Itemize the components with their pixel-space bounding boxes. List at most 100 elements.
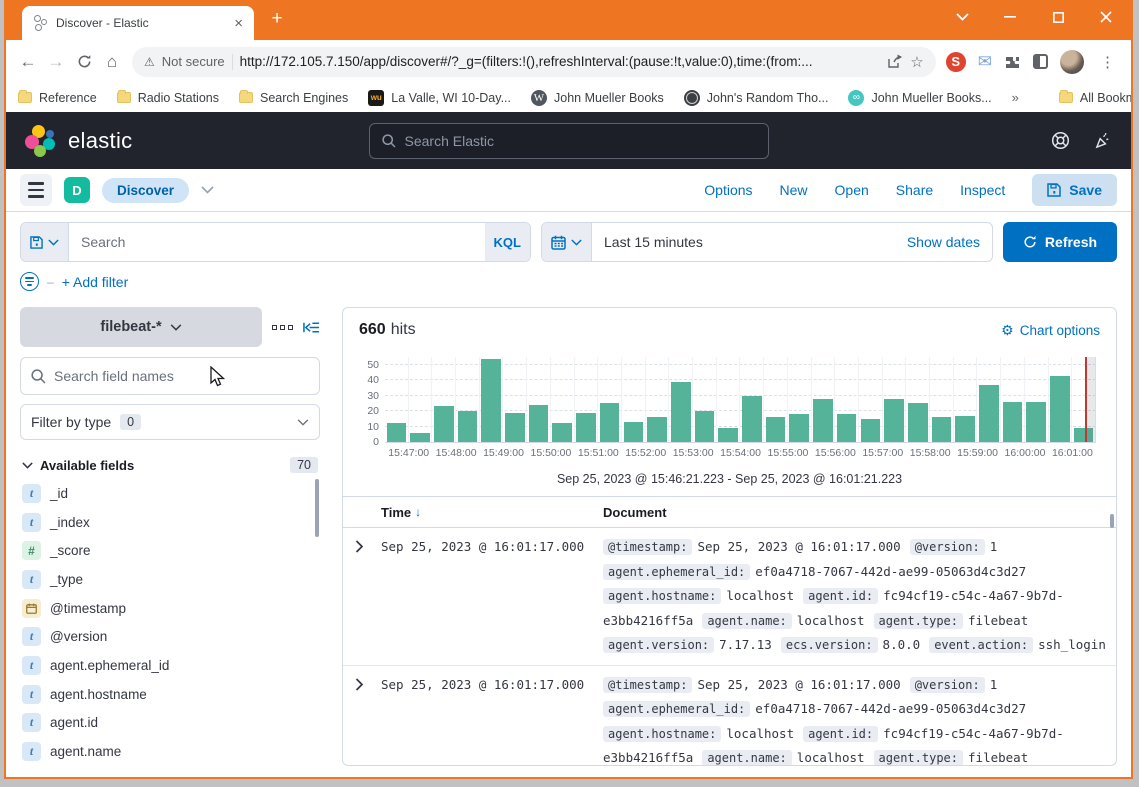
bookmark-item[interactable]: wuLa Valle, WI 10-Day... (368, 90, 511, 106)
chart-bar-slot[interactable] (1001, 357, 1025, 442)
browser-menu-icon[interactable]: ⋮ (1096, 53, 1119, 71)
available-fields-header[interactable]: Available fields 70 (20, 457, 320, 479)
chart-bar-slot[interactable] (598, 357, 622, 442)
bookmark-item[interactable]: Reference (18, 91, 97, 105)
chart-bar-slot[interactable] (622, 357, 646, 442)
field-item[interactable]: #_score (20, 536, 310, 565)
chart-bar-slot[interactable] (385, 357, 409, 442)
chart-bar-slot[interactable] (1025, 357, 1049, 442)
chart-bar[interactable] (979, 385, 999, 442)
chart-bar[interactable] (1050, 376, 1070, 442)
query-language-button[interactable]: KQL (485, 223, 530, 261)
chart-bar[interactable] (505, 413, 525, 442)
breadcrumb[interactable]: Discover (102, 178, 189, 203)
chart-bar-slot[interactable] (954, 357, 978, 442)
field-search-input[interactable] (54, 368, 309, 384)
chart-bar-slot[interactable] (646, 357, 670, 442)
histogram-chart[interactable]: 01020304050 (353, 357, 1096, 443)
chart-bar[interactable] (410, 433, 430, 442)
table-row[interactable]: Sep 25, 2023 @ 16:01:17.000@timestamp:Se… (343, 666, 1116, 766)
bookmark-item[interactable]: Radio Stations (117, 91, 219, 105)
expand-row-icon[interactable] (355, 535, 381, 658)
date-quick-menu-button[interactable] (542, 223, 592, 261)
chart-bar-slot[interactable] (835, 357, 859, 442)
forward-button[interactable]: → (42, 48, 70, 76)
sort-descending-icon[interactable]: ↓ (415, 505, 421, 519)
field-item[interactable]: t_index (20, 508, 310, 537)
minimize-button[interactable] (993, 4, 1027, 30)
chart-plot-area[interactable]: 01020304050 (385, 357, 1096, 443)
side-panel-icon[interactable] (1033, 54, 1048, 69)
chart-bar[interactable] (458, 411, 478, 442)
chart-bar-slot[interactable] (788, 357, 812, 442)
reload-button[interactable] (70, 48, 98, 76)
chart-bar-slot[interactable] (883, 357, 907, 442)
global-search-input[interactable] (405, 133, 756, 149)
share-icon[interactable] (887, 54, 903, 69)
save-button[interactable]: Save (1032, 174, 1117, 206)
chart-bar[interactable] (671, 382, 691, 442)
chart-options-button[interactable]: ⚙ Chart options (1001, 322, 1100, 339)
chart-bar[interactable] (434, 406, 454, 442)
chart-bar[interactable] (766, 417, 786, 442)
browser-tab[interactable]: Discover - Elastic × (22, 6, 254, 40)
all-bookmarks-button[interactable]: All Bookmarks (1059, 91, 1133, 105)
index-options-icon[interactable] (272, 325, 293, 330)
field-item[interactable]: t_id (20, 479, 310, 508)
field-item[interactable]: t_type (20, 565, 310, 594)
field-item[interactable]: t@version (20, 622, 310, 651)
window-chevron-icon[interactable] (945, 4, 979, 30)
time-range-value[interactable]: Last 15 minutes (592, 223, 895, 261)
chart-bar[interactable] (695, 411, 715, 442)
chart-bar[interactable] (789, 414, 809, 442)
chart-bar[interactable] (932, 417, 952, 442)
tab-close-icon[interactable]: × (231, 16, 246, 31)
global-search[interactable] (369, 123, 769, 159)
chart-bar[interactable] (955, 416, 975, 442)
chart-bar-slot[interactable] (409, 357, 433, 442)
field-item[interactable]: @timestamp (20, 594, 310, 623)
chart-bar-slot[interactable] (575, 357, 599, 442)
chart-bar-slot[interactable] (693, 357, 717, 442)
chart-bar[interactable] (861, 419, 881, 442)
filter-by-type-select[interactable]: Filter by type 0 (20, 404, 320, 440)
chart-bar-slot[interactable] (432, 357, 456, 442)
chart-bar[interactable] (908, 403, 928, 442)
field-item[interactable]: tagent.hostname (20, 680, 310, 709)
chart-bar-slot[interactable] (741, 357, 765, 442)
field-search-box[interactable] (20, 357, 320, 395)
maximize-button[interactable] (1041, 4, 1075, 30)
bookmarks-overflow-icon[interactable]: » (1012, 90, 1019, 105)
chart-bar[interactable] (624, 422, 644, 442)
chart-bar[interactable] (576, 413, 596, 442)
chart-bar-slot[interactable] (480, 357, 504, 442)
filter-menu-icon[interactable] (20, 272, 39, 291)
bookmark-star-icon[interactable]: ☆ (910, 53, 923, 71)
refresh-button[interactable]: Refresh (1003, 222, 1117, 262)
chart-bar[interactable] (1026, 402, 1046, 442)
nav-link-inspect[interactable]: Inspect (960, 182, 1005, 198)
elastic-logo-icon[interactable] (24, 124, 58, 158)
table-row[interactable]: Sep 25, 2023 @ 16:01:17.000@timestamp:Se… (343, 528, 1116, 666)
extensions-puzzle-icon[interactable] (1004, 53, 1021, 70)
breadcrumb-chevron-icon[interactable] (201, 186, 214, 194)
chart-bar-slot[interactable] (906, 357, 930, 442)
add-filter-button[interactable]: + Add filter (62, 274, 129, 290)
time-column-header[interactable]: Time ↓ (381, 505, 603, 520)
chart-bar-slot[interactable] (764, 357, 788, 442)
chart-bar[interactable] (837, 414, 857, 442)
chart-bar-slot[interactable] (859, 357, 883, 442)
bookmark-item[interactable]: John's Random Tho... (684, 90, 829, 106)
chart-bar-slot[interactable] (812, 357, 836, 442)
new-tab-button[interactable]: + (264, 6, 290, 32)
nav-menu-icon[interactable] (20, 174, 52, 206)
chart-bar-slot[interactable] (978, 357, 1002, 442)
field-item[interactable]: tagent.ephemeral_id (20, 651, 310, 680)
chart-bar-slot[interactable] (717, 357, 741, 442)
chart-bar[interactable] (647, 417, 667, 442)
chart-bar[interactable] (813, 399, 833, 442)
news-icon[interactable] (1094, 131, 1113, 150)
chart-bar[interactable] (481, 359, 501, 442)
index-pattern-select[interactable]: filebeat-* (20, 307, 262, 347)
profile-avatar[interactable] (1060, 50, 1084, 74)
